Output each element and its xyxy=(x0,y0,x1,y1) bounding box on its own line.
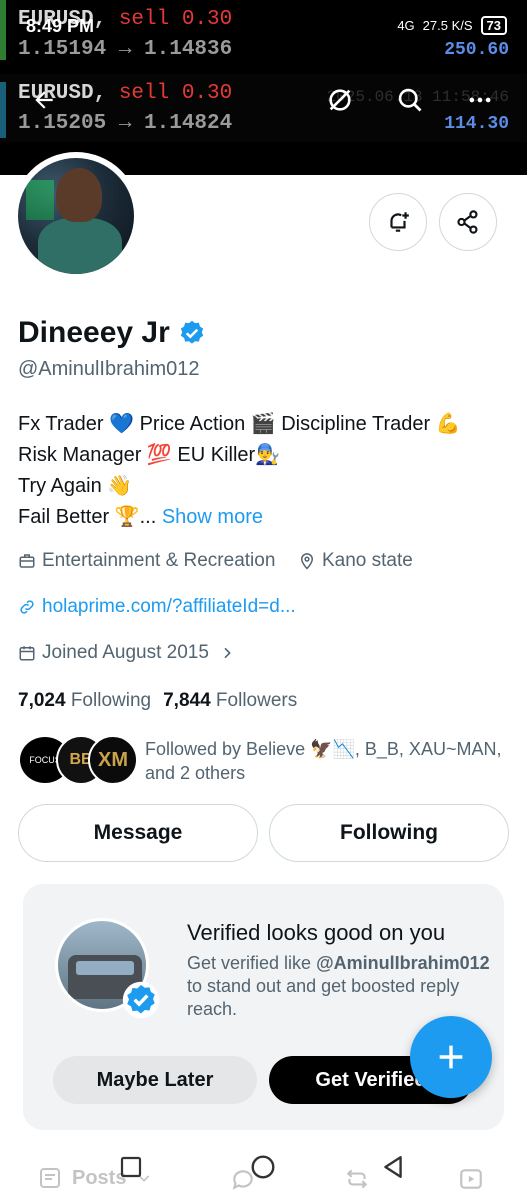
verified-badge-icon xyxy=(180,320,203,344)
promo-description: Get verified like @AminulIbrahim012 to s… xyxy=(187,953,490,1019)
briefcase-icon xyxy=(19,554,35,568)
profile-location: Kano state xyxy=(298,550,413,572)
avatar-shirt xyxy=(38,218,122,274)
calendar-icon xyxy=(19,646,35,661)
bio-line-text: Fail Better 🏆... xyxy=(18,506,157,528)
follow-stats: 7,024 Following 7,844 Followers xyxy=(18,690,297,712)
square-icon xyxy=(120,1156,142,1178)
follower-avatars: FOCUS BB XM xyxy=(18,735,138,785)
battery-icon: 73 xyxy=(480,16,507,35)
status-bar: 8:49 PM 4G 27.5 K/S 73 xyxy=(0,14,527,40)
verified-badge-icon xyxy=(122,981,160,1019)
status-time: 8:49 PM xyxy=(26,16,95,36)
status-icons: 4G 27.5 K/S 73 xyxy=(397,16,507,35)
header-banner: EURUSD, sell 0.30 1.15194 → 1.14836 250.… xyxy=(0,0,527,175)
ticker-price: 1.15194 → 1.14836 xyxy=(18,38,233,61)
recent-apps-button[interactable] xyxy=(114,1150,148,1184)
share-icon xyxy=(457,210,478,234)
notifications-button[interactable] xyxy=(369,193,427,251)
ticker-profit: 250.60 xyxy=(444,40,509,60)
arrow-left-icon xyxy=(35,91,53,109)
bio: Fx Trader 💙 Price Action 🎬 Discipline Tr… xyxy=(18,409,513,533)
more-dots-icon xyxy=(469,97,491,103)
category-label: Entertainment & Recreation xyxy=(42,550,276,571)
system-back-button[interactable] xyxy=(376,1150,410,1184)
website-link[interactable]: holaprime.com/?affiliateId=d... xyxy=(42,596,296,618)
network-label: 4G xyxy=(397,18,415,33)
search-icon xyxy=(398,88,422,112)
search-button[interactable] xyxy=(392,82,428,118)
avatar-head xyxy=(56,168,102,222)
username-handle: @AminulIbrahim012 xyxy=(18,358,200,380)
followed-by[interactable]: FOCUS BB XM Followed by Believe 🦅📉, B_B,… xyxy=(18,733,513,787)
bio-line-last: Fail Better 🏆... Show more xyxy=(18,502,513,533)
link-icon xyxy=(20,600,34,614)
display-name: Dineeey Jr xyxy=(18,316,170,349)
profile-website[interactable]: holaprime.com/?affiliateId=d... xyxy=(18,596,296,618)
avatar-image xyxy=(18,158,134,274)
location-label: Kano state xyxy=(322,550,413,571)
bio-line: Risk Manager 💯 EU Killer👨‍🔧 xyxy=(18,444,281,466)
speed-label: 27.5 K/S xyxy=(422,18,473,33)
avatar-bg-glow xyxy=(26,180,54,220)
profile-avatar[interactable] xyxy=(12,152,140,280)
show-more-link[interactable]: Show more xyxy=(162,506,263,528)
back-button[interactable] xyxy=(26,82,62,118)
chevron-right-icon xyxy=(224,647,231,659)
promo-title: Verified looks good on you xyxy=(187,920,446,945)
message-button[interactable]: Message xyxy=(18,804,258,862)
following-stat[interactable]: 7,024 Following xyxy=(18,690,151,712)
grok-button[interactable] xyxy=(322,82,358,118)
grok-icon xyxy=(329,89,351,111)
following-button[interactable]: Following xyxy=(269,804,509,862)
plus-icon xyxy=(439,1045,463,1069)
location-pin-icon xyxy=(300,553,314,570)
joined-label: Joined August 2015 xyxy=(42,642,209,663)
maybe-later-button[interactable]: Maybe Later xyxy=(53,1056,257,1104)
bio-line: Fx Trader 💙 Price Action 🎬 Discipline Tr… xyxy=(18,413,461,435)
triangle-back-icon xyxy=(384,1156,402,1178)
circle-icon xyxy=(251,1155,275,1179)
profile-joined[interactable]: Joined August 2015 xyxy=(18,642,235,664)
followed-by-text: Followed by Believe 🦅📉, B_B, XAU~MAN, an… xyxy=(145,739,502,783)
ticker-row: EURUSD, sell 0.30 1.15205 → 1.14824 2025… xyxy=(0,74,527,142)
compose-fab[interactable] xyxy=(410,1016,492,1098)
ticker-accent xyxy=(0,82,6,138)
home-button[interactable] xyxy=(246,1150,280,1184)
bell-plus-icon xyxy=(390,212,409,232)
share-button[interactable] xyxy=(439,193,497,251)
follower-avatar: XM xyxy=(88,735,138,785)
more-button[interactable] xyxy=(462,82,498,118)
bio-line: Try Again 👋 xyxy=(18,475,133,497)
followers-stat[interactable]: 7,844 Followers xyxy=(163,690,297,712)
system-nav-bar xyxy=(0,1146,527,1186)
name-row: Dineeey Jr xyxy=(18,316,206,350)
profile-category: Entertainment & Recreation xyxy=(18,550,275,572)
